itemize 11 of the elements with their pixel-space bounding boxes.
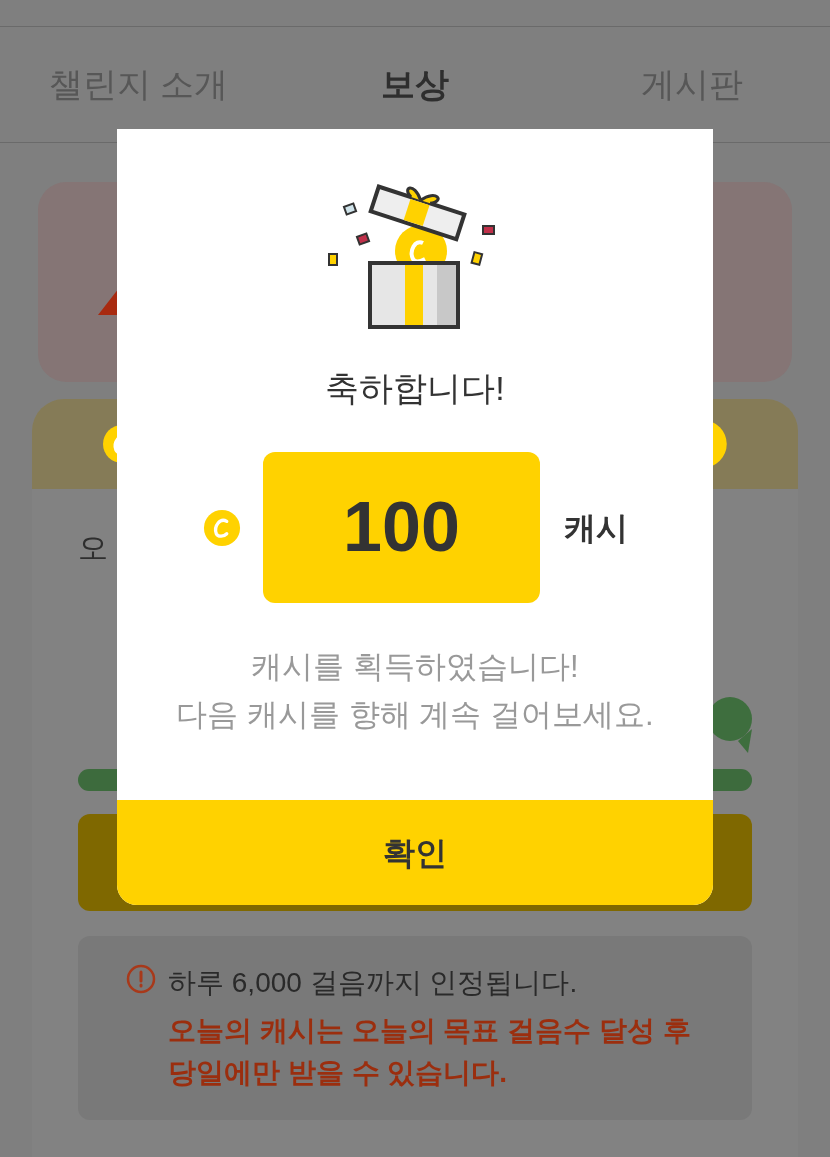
unit-label: 캐시 <box>564 508 628 548</box>
dialog-title: 축하합니다! <box>325 368 505 409</box>
alert-icon <box>126 964 156 994</box>
tab[interactable]: 보상 <box>381 59 449 110</box>
amount-box: 100 <box>263 452 540 603</box>
confirm-button[interactable]: 확인 <box>117 800 713 905</box>
warning-text: 오늘의 캐시는 오늘의 목표 걸음수 달성 후 당일에만 받을 수 있습니다. <box>168 1014 692 1090</box>
dialog-message: 캐시를 획득하였습니다! 다음 캐시를 향해 계속 걸어보세요. <box>176 648 654 734</box>
coin-icon <box>203 508 241 547</box>
notice-text: 하루 6,000 걸음까지 인정됩니다. <box>168 966 579 1000</box>
card-title: 오 <box>78 531 108 564</box>
